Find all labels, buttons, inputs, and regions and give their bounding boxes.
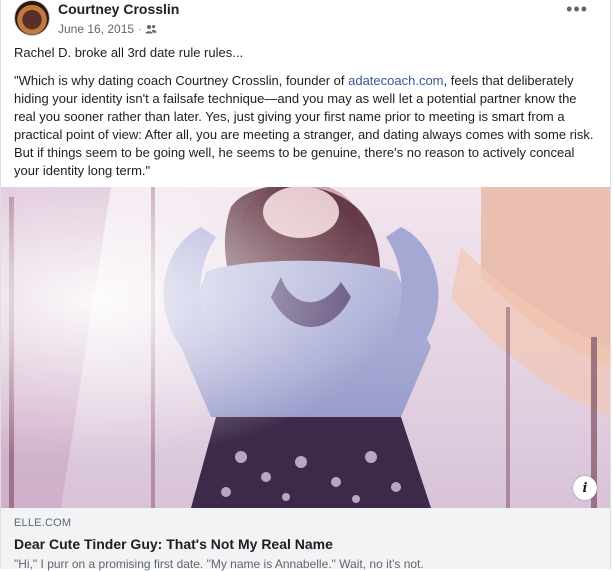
quote-text-end: , feels that deliberately hiding your id… (14, 73, 594, 178)
link-preview-image[interactable]: i (1, 187, 610, 508)
link-preview[interactable]: ELLE.COM Dear Cute Tinder Guy: That's No… (1, 508, 610, 571)
facebook-post: Courtney Crosslin June 16, 2015 · ••• Ra… (0, 0, 611, 571)
link-domain: ELLE.COM (14, 517, 72, 529)
post-intro: Rachel D. broke all 3rd date rule rules.… (14, 45, 244, 60)
post-header: Courtney Crosslin June 16, 2015 · ••• (1, 0, 610, 40)
post-text: Rachel D. broke all 3rd date rule rules.… (1, 44, 610, 180)
post-date[interactable]: June 16, 2015 (58, 22, 134, 36)
meta-separator: · (138, 23, 142, 35)
post-quote: "Which is why dating coach Courtney Cros… (14, 72, 597, 180)
avatar[interactable] (14, 0, 50, 36)
adatecoach-link[interactable]: adatecoach.com (348, 73, 443, 88)
woman-photo (1, 187, 610, 508)
more-options-icon[interactable]: ••• (566, 0, 588, 18)
link-title[interactable]: Dear Cute Tinder Guy: That's Not My Real… (14, 536, 597, 552)
post-meta: June 16, 2015 · (58, 22, 157, 36)
info-icon[interactable]: i (573, 476, 597, 500)
author-name[interactable]: Courtney Crosslin (58, 1, 179, 17)
friends-icon[interactable] (145, 24, 157, 34)
quote-text-start: "Which is why dating coach Courtney Cros… (14, 73, 349, 88)
